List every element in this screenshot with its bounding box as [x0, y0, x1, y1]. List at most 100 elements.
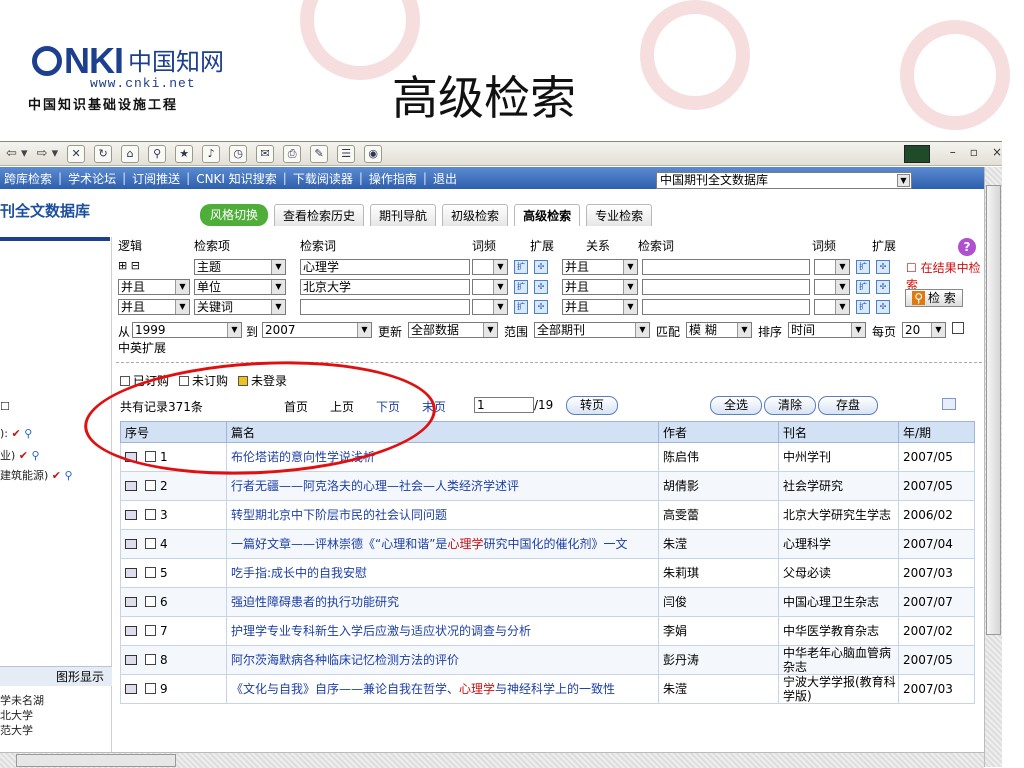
cn-en-expand-label[interactable]: 中英扩展 — [118, 339, 166, 356]
article-author[interactable]: 朱莉琪 — [658, 558, 779, 588]
logic-select-3[interactable]: 并且 ▼ — [118, 299, 190, 315]
article-author[interactable]: 陈启伟 — [658, 442, 779, 472]
back-icon[interactable]: ⇦ ▾ — [6, 146, 28, 161]
nav-link-guide[interactable]: 操作指南 — [369, 170, 417, 187]
frequency-select-1[interactable]: ▼ — [472, 259, 508, 275]
nav-link-subscribe[interactable]: 订阅推送 — [132, 170, 180, 187]
left-panel-checkbox[interactable]: ☐ — [0, 400, 10, 413]
frequency2-select-1[interactable]: ▼ — [814, 259, 850, 275]
article-title[interactable]: 吃手指:成长中的自我安慰 — [226, 558, 659, 588]
search-icon[interactable]: ⚲ — [148, 144, 167, 163]
expand-icon[interactable]: 扩 — [514, 300, 528, 314]
edit-icon[interactable]: ✎ — [310, 144, 329, 163]
article-journal[interactable]: 中国心理卫生杂志 — [778, 587, 899, 617]
database-select[interactable]: 中国期刊全文数据库 ▼ — [656, 172, 912, 189]
row-checkbox[interactable] — [145, 596, 156, 607]
expand-alt-icon[interactable]: ✣ — [876, 260, 890, 274]
scrollbar-thumb[interactable] — [16, 754, 176, 767]
tab-advanced-search[interactable]: 高级检索 — [514, 204, 581, 226]
minimize-button[interactable]: – — [950, 145, 956, 163]
relation-select-2[interactable]: 并且 ▼ — [562, 279, 638, 295]
frequency-select-2[interactable]: ▼ — [472, 279, 508, 295]
sort-select[interactable]: 时间 ▼ — [788, 322, 866, 338]
save-button[interactable]: 存盘 — [818, 396, 878, 415]
left-panel-item[interactable]: ): ✔ ⚲ — [0, 427, 32, 440]
nav-link-cross-db[interactable]: 跨库检索 — [4, 170, 52, 187]
select-all-button[interactable]: 全选 — [710, 396, 762, 415]
article-journal[interactable]: 中华医学教育杂志 — [778, 616, 899, 646]
vertical-scrollbar[interactable] — [984, 167, 1002, 767]
article-title[interactable]: 阿尔茨海默病各种临床记忆检测方法的评价 — [226, 645, 659, 675]
term-input-2[interactable]: 北京大学 — [300, 279, 470, 295]
close-button[interactable]: × — [992, 145, 1002, 163]
frequency-select-3[interactable]: ▼ — [472, 299, 508, 315]
frequency2-select-3[interactable]: ▼ — [814, 299, 850, 315]
article-journal[interactable]: 中州学刊 — [778, 442, 899, 472]
home-icon[interactable]: ⌂ — [121, 144, 140, 163]
print-icon[interactable]: ⎙ — [283, 144, 302, 163]
search-in-result-checkbox[interactable]: ☐ 在结果中检索 — [906, 259, 982, 293]
expand-icon[interactable]: 扩 — [856, 280, 870, 294]
document-icon[interactable] — [125, 481, 137, 491]
left-panel-bottom-item[interactable]: 范大学 — [0, 722, 33, 738]
discuss-icon[interactable]: ☰ — [337, 144, 356, 163]
document-icon[interactable] — [125, 655, 137, 665]
refresh-icon[interactable]: ↻ — [94, 144, 113, 163]
go-page-button[interactable]: 转页 — [566, 396, 618, 415]
row-checkbox[interactable] — [145, 538, 156, 549]
forward-icon[interactable]: ⇨ ▾ — [37, 146, 59, 161]
term-input-3[interactable] — [300, 299, 470, 315]
document-icon[interactable] — [125, 510, 137, 520]
restore-button[interactable]: ▫ — [970, 145, 978, 163]
update-select[interactable]: 全部数据 ▼ — [408, 322, 498, 338]
col-header-author[interactable]: 作者 — [658, 421, 779, 443]
document-icon[interactable] — [125, 684, 137, 694]
expand-alt-icon[interactable]: ✣ — [534, 300, 548, 314]
logic-select-2[interactable]: 并且 ▼ — [118, 279, 190, 295]
expand-icon[interactable]: 扩 — [514, 260, 528, 274]
left-panel-item[interactable]: 业) ✔ ⚲ — [0, 447, 40, 463]
nav-link-reader[interactable]: 下载阅读器 — [293, 170, 353, 187]
nav-link-forum[interactable]: 学术论坛 — [68, 170, 116, 187]
range-select[interactable]: 全部期刊 ▼ — [534, 322, 650, 338]
match-select[interactable]: 模 糊 ▼ — [686, 322, 752, 338]
row-checkbox[interactable] — [145, 683, 156, 694]
article-title[interactable]: 护理学专业专科新生入学后应激与适应状况的调查与分析 — [226, 616, 659, 646]
mail-icon[interactable]: ✉ — [256, 144, 275, 163]
document-icon[interactable] — [125, 626, 137, 636]
article-author[interactable]: 李娟 — [658, 616, 779, 646]
nav-link-knowledge-search[interactable]: CNKI 知识搜索 — [196, 170, 277, 187]
article-title[interactable]: 一篇好文章——评林崇德《“心理和谐”是心理学研究中国化的催化剂》一文 — [226, 529, 659, 559]
tab-style-switch[interactable]: 风格切换 — [200, 204, 269, 226]
term2-input-2[interactable] — [642, 279, 810, 295]
article-journal[interactable]: 中华老年心脑血管病杂志 — [778, 645, 899, 675]
list-view-icon[interactable] — [942, 398, 956, 410]
date-to-select[interactable]: 2007 ▼ — [262, 322, 372, 338]
page-input[interactable]: 1 — [474, 397, 534, 413]
left-panel-bottom-item[interactable]: 学未名湖 — [0, 692, 44, 708]
term2-input-3[interactable] — [642, 299, 810, 315]
article-journal[interactable]: 北京大学研究生学志 — [778, 500, 899, 530]
per-page-select[interactable]: 20 ▼ — [902, 322, 946, 338]
document-icon[interactable] — [125, 568, 137, 578]
expand-alt-icon[interactable]: ✣ — [534, 260, 548, 274]
date-from-select[interactable]: 1999 ▼ — [132, 322, 242, 338]
row-checkbox[interactable] — [145, 480, 156, 491]
article-journal[interactable]: 父母必读 — [778, 558, 899, 588]
article-journal[interactable]: 心理科学 — [778, 529, 899, 559]
expand-icon[interactable]: 扩 — [514, 280, 528, 294]
search-button[interactable]: ⚲ 检 索 — [905, 289, 963, 307]
article-author[interactable]: 胡倩影 — [658, 471, 779, 501]
article-journal[interactable]: 社会学研究 — [778, 471, 899, 501]
col-header-issue[interactable]: 年/期 — [898, 421, 975, 443]
article-title[interactable]: 强迫性障碍患者的执行功能研究 — [226, 587, 659, 617]
expand-icon[interactable]: 扩 — [856, 260, 870, 274]
field-select-3[interactable]: 关键词 ▼ — [194, 299, 286, 315]
tab-journal-nav[interactable]: 期刊导航 — [370, 204, 437, 226]
row-checkbox[interactable] — [145, 654, 156, 665]
article-author[interactable]: 朱滢 — [658, 674, 779, 704]
expand-alt-icon[interactable]: ✣ — [534, 280, 548, 294]
graph-display-button[interactable]: 图形显示 — [0, 666, 112, 686]
expand-alt-icon[interactable]: ✣ — [876, 280, 890, 294]
nav-link-exit[interactable]: 退出 — [433, 170, 457, 187]
